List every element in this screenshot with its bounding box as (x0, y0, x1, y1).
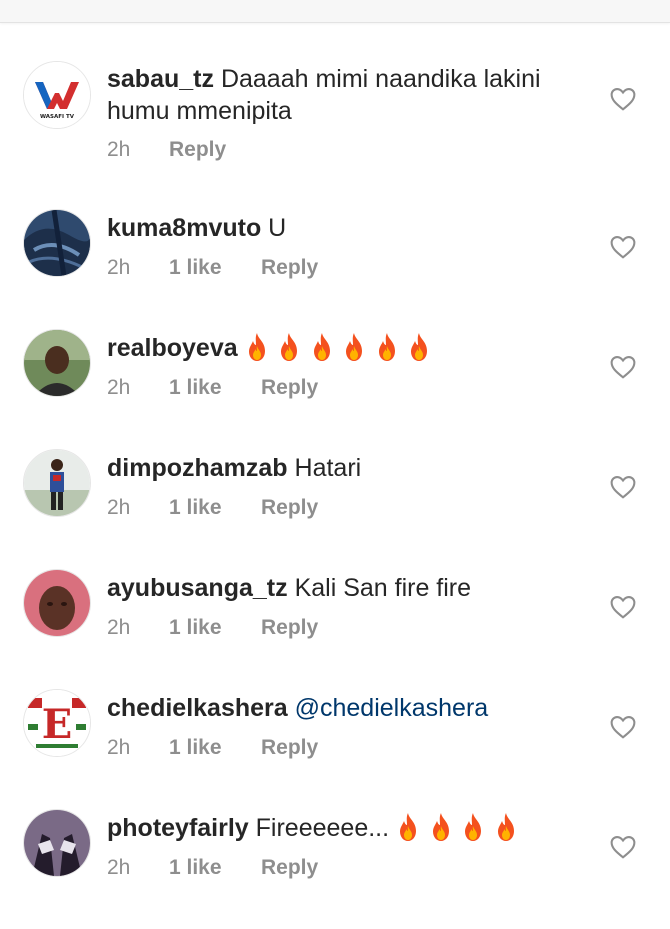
fire-emoji (465, 813, 482, 841)
reply-button[interactable]: Reply (261, 734, 318, 762)
comment-time: 2h (107, 856, 131, 879)
avatar[interactable] (23, 449, 91, 517)
comment-username[interactable]: dimpozhamzab (107, 454, 288, 482)
svg-text:E: E (42, 701, 73, 748)
reply-button[interactable]: Reply (169, 136, 226, 164)
like-count-button[interactable]: 1 like (169, 734, 261, 762)
comment-time: 2h (107, 616, 131, 639)
comment-meta: 2h 1 like Reply (107, 614, 318, 642)
comment-time: 2h (107, 376, 131, 399)
heart-outline-icon[interactable] (610, 715, 636, 739)
fire-emoji (281, 333, 298, 361)
comment-text: ayubusanga_tz Kali San fire fire (107, 572, 577, 604)
comment-item: kuma8mvuto U 2h 1 like Reply (0, 209, 670, 329)
comment-time: 2h (107, 256, 131, 279)
comment-username[interactable]: ayubusanga_tz (107, 574, 288, 602)
fire-emoji-group (396, 813, 526, 842)
comment-username[interactable]: photeyfairly (107, 814, 249, 842)
comment-body: U (268, 214, 287, 242)
like-count-button[interactable]: 1 like (169, 854, 261, 882)
comment-item: dimpozhamzab Hatari 2h 1 like Reply (0, 449, 670, 569)
comment-meta: 2h 1 like Reply (107, 374, 318, 402)
avatar[interactable]: WASAFI TV (23, 61, 91, 129)
comment-text: realboyeva (107, 332, 577, 364)
fire-emoji (400, 813, 417, 841)
comment-meta: 2h 1 like Reply (107, 254, 318, 282)
comment-item: E chedielkashera @chedielkashera 2h 1 lik… (0, 689, 670, 809)
comment-time: 2h (107, 736, 131, 759)
svg-text:WASAFI TV: WASAFI TV (40, 114, 75, 120)
fire-emoji (432, 813, 449, 841)
like-count-button[interactable]: 1 like (169, 494, 261, 522)
comment-item: ayubusanga_tz Kali San fire fire 2h 1 lik… (0, 569, 670, 689)
comment-item: photeyfairly Fireeeeee... 2h 1 like Reply (0, 809, 670, 929)
comment-meta: 2h Reply (107, 136, 226, 164)
comment-text: sabau_tz Daaaah mimi naandika lakini hum… (107, 63, 577, 127)
comment-text: photeyfairly Fireeeeee... (107, 812, 577, 844)
fire-emoji (313, 333, 330, 361)
like-count-button[interactable]: 1 like (169, 614, 261, 642)
like-count-button[interactable]: 1 like (169, 254, 261, 282)
reply-button[interactable]: Reply (261, 254, 318, 282)
fire-emoji (378, 333, 395, 361)
heart-outline-icon[interactable] (610, 475, 636, 499)
avatar[interactable] (23, 329, 91, 397)
fire-emoji (411, 333, 428, 361)
comment-body: Hatari (294, 454, 362, 482)
reply-button[interactable]: Reply (261, 494, 318, 522)
comment-meta: 2h 1 like Reply (107, 734, 318, 762)
comment-item: WASAFI TV sabau_tz Daaaah mimi naandika … (0, 61, 670, 181)
heart-outline-icon[interactable] (610, 355, 636, 379)
comment-username[interactable]: realboyeva (107, 334, 238, 362)
heart-outline-icon[interactable] (610, 595, 636, 619)
comment-text: kuma8mvuto U (107, 212, 577, 244)
avatar[interactable] (23, 209, 91, 277)
fire-emoji (497, 813, 514, 841)
comment-time: 2h (107, 496, 131, 519)
heart-outline-icon[interactable] (610, 235, 636, 259)
top-bar (0, 0, 670, 23)
comment-body: Kali San fire fire (294, 574, 472, 602)
heart-outline-icon[interactable] (610, 835, 636, 859)
avatar[interactable]: E (23, 689, 91, 757)
reply-button[interactable]: Reply (261, 854, 318, 882)
comment-time: 2h (107, 138, 131, 161)
avatar[interactable] (23, 809, 91, 877)
fire-emoji (346, 333, 363, 361)
comment-item: realboyeva 2h 1 like Reply (0, 329, 670, 449)
comment-text: chedielkashera @chedielkashera (107, 692, 577, 724)
comment-username[interactable]: kuma8mvuto (107, 214, 261, 242)
comment-meta: 2h 1 like Reply (107, 854, 318, 882)
avatar[interactable] (23, 569, 91, 637)
fire-emoji-group (245, 333, 440, 362)
mention-link[interactable]: @chedielkashera (295, 694, 489, 722)
fire-emoji (248, 333, 265, 361)
like-count-button[interactable]: 1 like (169, 374, 261, 402)
comment-username[interactable]: chedielkashera (107, 694, 288, 722)
comment-body: Fireeeeee... (255, 814, 390, 842)
heart-outline-icon[interactable] (610, 87, 636, 111)
reply-button[interactable]: Reply (261, 374, 318, 402)
comment-text: dimpozhamzab Hatari (107, 452, 577, 484)
comment-meta: 2h 1 like Reply (107, 494, 318, 522)
comment-username[interactable]: sabau_tz (107, 65, 214, 93)
reply-button[interactable]: Reply (261, 614, 318, 642)
